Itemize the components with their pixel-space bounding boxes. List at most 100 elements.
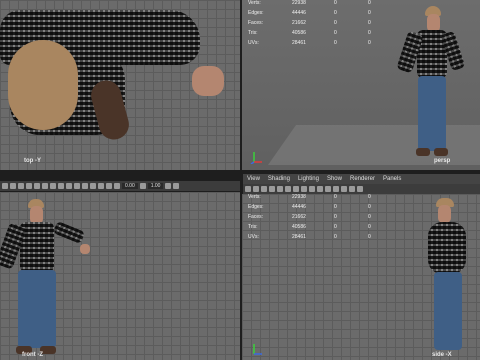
color-mgmt-icon[interactable] bbox=[165, 183, 172, 189]
hud-cell: 0 bbox=[368, 40, 371, 46]
hud-cell: 0 bbox=[368, 30, 371, 36]
hud-row: Edges: 44446 0 0 bbox=[248, 8, 388, 18]
hud-cell: 0 bbox=[334, 40, 337, 46]
smooth-shade-icon[interactable] bbox=[293, 186, 299, 192]
light-icon[interactable] bbox=[66, 183, 72, 189]
hud-cell: 0 bbox=[334, 10, 337, 16]
hud-cell: Faces: bbox=[248, 214, 264, 220]
wireframe-icon[interactable] bbox=[285, 186, 291, 192]
dof-icon[interactable] bbox=[357, 186, 363, 192]
hud-cell: 0 bbox=[368, 194, 371, 200]
hud-cell: 40586 bbox=[292, 30, 306, 36]
wireframe-icon[interactable] bbox=[42, 183, 48, 189]
viewport-label: persp bbox=[434, 158, 451, 164]
viewport-top[interactable]: top -Y bbox=[0, 0, 240, 170]
hud-row: Tris: 40586 0 0 bbox=[248, 222, 388, 232]
gamma-field[interactable]: 1.00 bbox=[147, 183, 164, 189]
hud-cell: 28461 bbox=[292, 40, 306, 46]
character-boot-left bbox=[416, 148, 430, 156]
lock-icon[interactable] bbox=[253, 186, 259, 192]
viewport-front[interactable]: front -Z bbox=[0, 192, 240, 360]
hud-cell: 0 bbox=[334, 234, 337, 240]
viewport-label: front -Z bbox=[22, 352, 43, 358]
hud-cell: Verts: bbox=[248, 0, 261, 6]
bookmark-icon[interactable] bbox=[18, 183, 24, 189]
hud-cell: 0 bbox=[334, 214, 337, 220]
poly-count-hud: Verts: 22938 0 0 Edges: 44446 0 0 Faces: 21662 0 0 T… bbox=[248, 194, 388, 242]
hud-cell: 0 bbox=[334, 30, 337, 36]
camera-icon[interactable] bbox=[245, 186, 251, 192]
panel-menu-show[interactable]: Show bbox=[327, 176, 342, 182]
smooth-shade-icon[interactable] bbox=[50, 183, 56, 189]
hud-cell: 0 bbox=[368, 0, 371, 6]
panel-menu-shading[interactable]: Shading bbox=[268, 176, 290, 182]
grid-icon[interactable] bbox=[277, 186, 283, 192]
axis-gizmo-icon bbox=[253, 344, 262, 355]
texture-icon[interactable] bbox=[301, 186, 307, 192]
hud-cell: UVs: bbox=[248, 40, 259, 46]
character-legs bbox=[18, 270, 56, 348]
film-gate-icon[interactable] bbox=[269, 186, 275, 192]
lock-icon[interactable] bbox=[10, 183, 16, 189]
aa-icon[interactable] bbox=[106, 183, 112, 189]
hud-cell: Faces: bbox=[248, 20, 264, 26]
hud-cell: 44446 bbox=[292, 10, 306, 16]
hud-cell: 44446 bbox=[292, 204, 306, 210]
hud-cell: Tris: bbox=[248, 30, 258, 36]
shadow-icon[interactable] bbox=[317, 186, 323, 192]
panel-menu-bar: View Shading Lighting Show Renderer Panels bbox=[243, 174, 480, 184]
poly-count-hud: Verts: 22938 0 0 Edges: 44446 0 0 Faces: 21662 0 0 T… bbox=[248, 0, 388, 48]
hud-cell: 22938 bbox=[292, 0, 306, 6]
shadow-icon[interactable] bbox=[74, 183, 80, 189]
hud-cell: 0 bbox=[368, 20, 371, 26]
aa-icon[interactable] bbox=[349, 186, 355, 192]
hud-cell: Edges: bbox=[248, 204, 264, 210]
grid-icon[interactable] bbox=[34, 183, 40, 189]
panel-menu-panels[interactable]: Panels bbox=[383, 176, 401, 182]
ao-icon[interactable] bbox=[341, 186, 347, 192]
hud-row: Faces: 21662 0 0 bbox=[248, 18, 388, 28]
panel-menu-view[interactable]: View bbox=[247, 176, 260, 182]
texture-icon[interactable] bbox=[58, 183, 64, 189]
hud-cell: 22938 bbox=[292, 194, 306, 200]
hud-cell: 0 bbox=[368, 234, 371, 240]
viewport-label: side -X bbox=[432, 352, 452, 358]
front-panel-toolbar: 0.00 1.00 bbox=[0, 181, 240, 191]
character-legs bbox=[434, 272, 462, 350]
viewport-side[interactable]: Verts: 22938 0 0 Edges: 44446 0 0 Faces: 21662 0 0 T… bbox=[242, 194, 480, 360]
hud-cell: 21662 bbox=[292, 214, 306, 220]
expand-icon[interactable] bbox=[173, 183, 180, 189]
character-hand bbox=[192, 66, 224, 96]
isolate-icon[interactable] bbox=[333, 186, 339, 192]
ao-icon[interactable] bbox=[98, 183, 104, 189]
isolate-icon[interactable] bbox=[90, 183, 96, 189]
camera-icon[interactable] bbox=[2, 183, 8, 189]
hud-cell: Edges: bbox=[248, 10, 264, 16]
exposure-field[interactable]: 0.00 bbox=[122, 183, 138, 189]
hud-row: UVs: 28461 0 0 bbox=[248, 232, 388, 242]
hud-cell: Tris: bbox=[248, 224, 258, 230]
character-cap bbox=[8, 40, 78, 130]
side-panel-toolbar bbox=[243, 184, 480, 194]
hud-cell: 0 bbox=[368, 214, 371, 220]
hud-row: Tris: 40586 0 0 bbox=[248, 28, 388, 38]
hud-cell: 0 bbox=[368, 224, 371, 230]
axis-gizmo-icon bbox=[250, 152, 262, 164]
dof-icon[interactable] bbox=[114, 183, 120, 189]
character-boot-right bbox=[434, 148, 448, 156]
light-icon[interactable] bbox=[309, 186, 315, 192]
panel-menu-renderer[interactable]: Renderer bbox=[350, 176, 375, 182]
hud-row: UVs: 28461 0 0 bbox=[248, 38, 388, 48]
hud-cell: 21662 bbox=[292, 20, 306, 26]
hud-cell: 0 bbox=[334, 20, 337, 26]
film-gate-icon[interactable] bbox=[26, 183, 32, 189]
viewport-label: top -Y bbox=[24, 158, 41, 164]
xray-icon[interactable] bbox=[82, 183, 88, 189]
panel-menu-lighting[interactable]: Lighting bbox=[298, 176, 319, 182]
xray-icon[interactable] bbox=[325, 186, 331, 192]
hud-row: Faces: 21662 0 0 bbox=[248, 212, 388, 222]
gamma-icon[interactable] bbox=[139, 183, 146, 189]
viewport-persp[interactable]: Verts: 22938 0 0 Edges: 44446 0 0 Faces: 21662 0 0 T… bbox=[242, 0, 480, 170]
bookmark-icon[interactable] bbox=[261, 186, 267, 192]
hud-row: Edges: 44446 0 0 bbox=[248, 202, 388, 212]
